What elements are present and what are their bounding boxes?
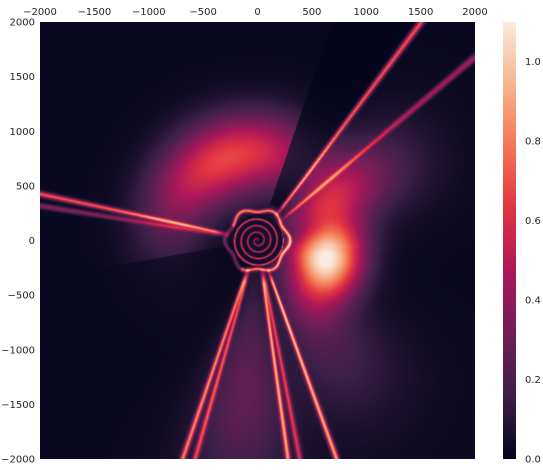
y-tick-label: 1500: [10, 72, 35, 83]
colorbar-gradient: [503, 22, 516, 459]
colorbar-tick-label: 0.4: [525, 296, 541, 307]
colorbar-tick-label: 0.6: [525, 216, 541, 227]
x-tick-label: 2000: [462, 7, 487, 18]
colorbar-tick-label: 1.0: [525, 57, 541, 68]
x-tick-label: −500: [189, 7, 216, 18]
x-tick-label: 1000: [354, 7, 379, 18]
y-tick-label: −500: [8, 291, 35, 302]
x-tick-label: −2000: [23, 7, 57, 18]
y-tick-label: −1500: [1, 400, 35, 411]
colorbar-tick-label: 0.0: [525, 455, 541, 466]
y-tick-label: −2000: [1, 455, 35, 466]
colorbar-tick-label: 0.2: [525, 375, 541, 386]
x-tick-label: 1500: [408, 7, 433, 18]
heatmap-image: [40, 22, 475, 459]
y-axis-ticks: 2000 1500 1000 500 0 −500 −1000 −1500 −2000: [1, 18, 35, 466]
x-tick-label: −1500: [77, 7, 111, 18]
y-tick-label: −1000: [1, 345, 35, 356]
colorbar: 0.0 0.2 0.4 0.6 0.8 1.0: [503, 22, 541, 466]
x-axis-ticks: −2000 −1500 −1000 −500 0 500 1000 1500 2000: [23, 7, 488, 18]
x-tick-label: 0: [254, 7, 260, 18]
y-tick-label: 500: [16, 181, 35, 192]
y-tick-label: 1000: [10, 127, 35, 138]
colorbar-tick-label: 0.8: [525, 137, 541, 148]
x-tick-label: 500: [302, 7, 321, 18]
x-tick-label: −1000: [132, 7, 166, 18]
y-tick-label: 2000: [10, 18, 35, 29]
y-tick-label: 0: [29, 236, 35, 247]
heatmap-figure: −2000 −1500 −1000 −500 0 500 1000 1500 2000 2000…: [1, 7, 541, 466]
plot-area: [40, 22, 475, 459]
